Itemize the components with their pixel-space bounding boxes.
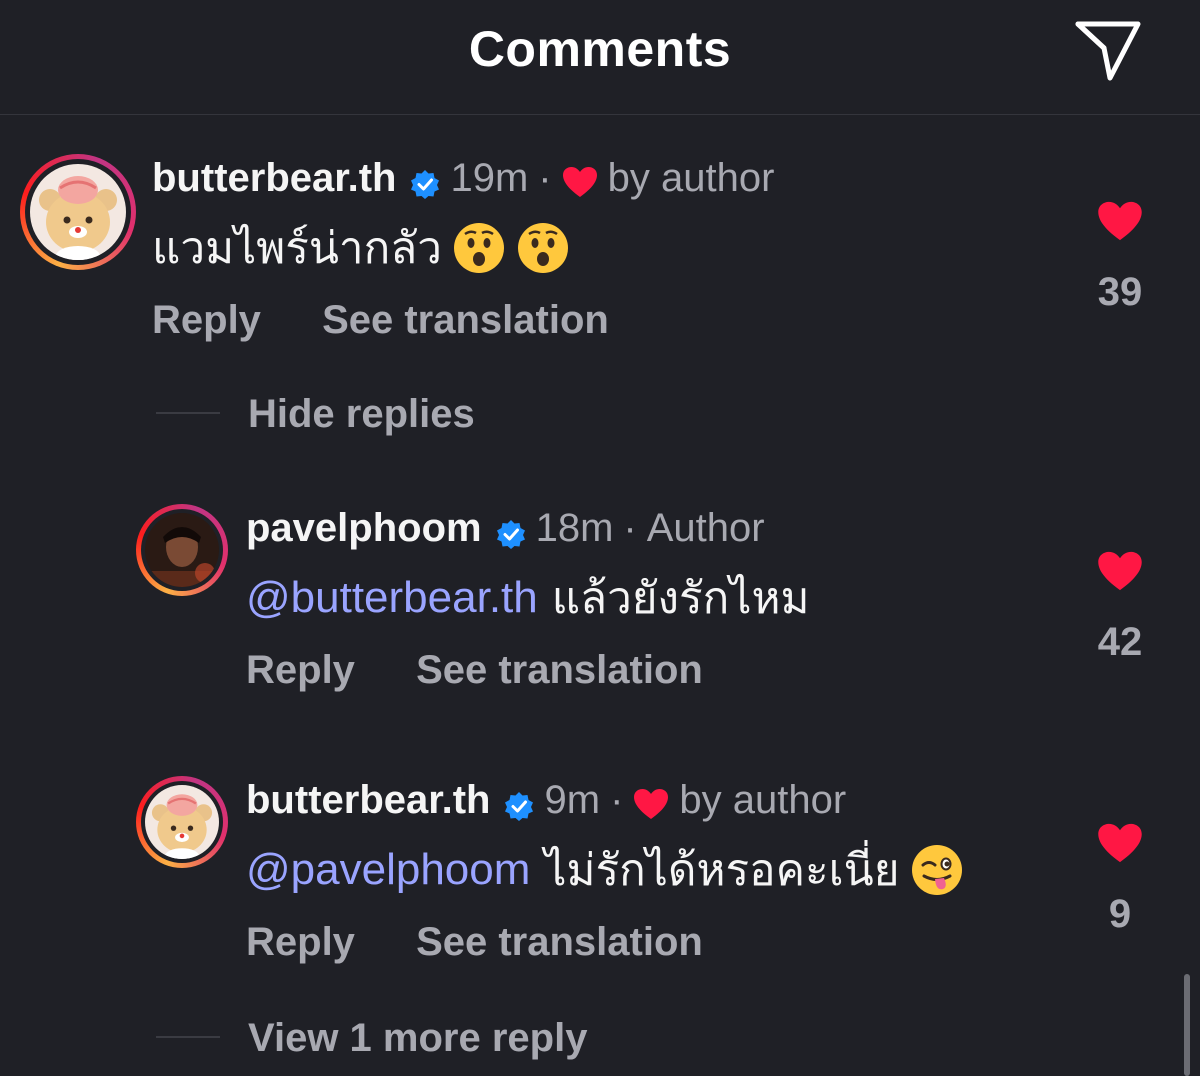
like-count: 39 (1097, 270, 1143, 314)
author-liked-heart-icon (562, 163, 598, 197)
avatar[interactable] (20, 154, 136, 270)
like-button[interactable]: 39 (1090, 200, 1150, 315)
reply-comment: butterbear.th 9m · by author @pavelphoom… (0, 742, 1200, 982)
avatar[interactable] (136, 504, 228, 596)
comment-time: 18m (535, 506, 614, 550)
comment-text: @butterbear.th แล้วยังรักไหม (246, 568, 809, 628)
comment-meta: pavelphoom 18m · Author (246, 506, 765, 551)
bear-avatar-icon (30, 164, 126, 260)
by-author-label: by author (679, 778, 847, 822)
thread-divider (156, 412, 220, 414)
reply-comment: pavelphoom 18m · Author @butterbear.th แ… (0, 470, 1200, 710)
comments-header: Comments (0, 0, 1200, 115)
verified-badge-icon (496, 514, 526, 549)
scrollbar[interactable] (1184, 974, 1190, 1076)
comment-meta: butterbear.th 9m · by author (246, 778, 846, 823)
heart-icon (1097, 550, 1143, 592)
reply-button[interactable]: Reply (152, 298, 261, 342)
comment-actions: Reply See translation (246, 648, 703, 693)
view-more-replies-button[interactable]: View 1 more reply (248, 1016, 587, 1061)
astonished-face-icon (516, 221, 570, 275)
comment-text: @pavelphoom ไม่รักได้หรอคะเนี่ย (246, 840, 964, 900)
by-author-label: by author (607, 156, 775, 200)
see-translation-button[interactable]: See translation (416, 648, 703, 692)
reply-button[interactable]: Reply (246, 920, 355, 964)
username[interactable]: pavelphoom (246, 506, 482, 551)
separator-dot: · (610, 778, 624, 822)
comment-meta: butterbear.th 19m · by author (152, 156, 774, 201)
comment-actions: Reply See translation (246, 920, 703, 965)
username[interactable]: butterbear.th (152, 156, 396, 201)
like-count: 9 (1108, 892, 1132, 936)
heart-icon (1097, 200, 1143, 242)
bear-avatar-icon (145, 785, 219, 859)
comment-text-content: ไม่รักได้หรอคะเนี่ย (544, 846, 900, 895)
page-title: Comments (468, 21, 732, 77)
comment-text: แวมไพร์น่ากลัว (152, 218, 570, 278)
heart-icon (1097, 822, 1143, 864)
thread-divider (156, 1036, 220, 1038)
separator-dot: · (538, 156, 552, 200)
like-button[interactable]: 42 (1090, 550, 1150, 665)
like-button[interactable]: 9 (1090, 822, 1150, 937)
comment-text-content: แล้วยังรักไหม (551, 574, 810, 623)
see-translation-button[interactable]: See translation (416, 920, 703, 964)
comment-actions: Reply See translation (152, 298, 609, 343)
hide-replies-button[interactable]: Hide replies (248, 392, 475, 437)
person-avatar-icon (145, 513, 219, 587)
like-count: 42 (1097, 620, 1143, 664)
comment-time: 19m (450, 156, 529, 200)
separator-dot: · (623, 506, 637, 550)
mention-link[interactable]: @pavelphoom (246, 845, 530, 895)
winking-tongue-face-icon (910, 843, 964, 897)
reply-button[interactable]: Reply (246, 648, 355, 692)
comments-screen: Comments butterbear.th 19m · by author แ… (0, 0, 1200, 1076)
mention-link[interactable]: @butterbear.th (246, 573, 538, 623)
astonished-face-icon (452, 221, 506, 275)
see-translation-button[interactable]: See translation (322, 298, 609, 342)
comment-text-content: แวมไพร์น่ากลัว (152, 224, 442, 273)
author-label: Author (646, 506, 765, 550)
comment-time: 9m (544, 778, 601, 822)
username[interactable]: butterbear.th (246, 778, 490, 823)
verified-badge-icon (504, 786, 534, 821)
avatar[interactable] (136, 776, 228, 868)
author-liked-heart-icon (633, 785, 669, 819)
comment: butterbear.th 19m · by author แวมไพร์น่า… (0, 120, 1200, 360)
paper-plane-icon[interactable] (1072, 16, 1144, 84)
verified-badge-icon (410, 164, 440, 199)
